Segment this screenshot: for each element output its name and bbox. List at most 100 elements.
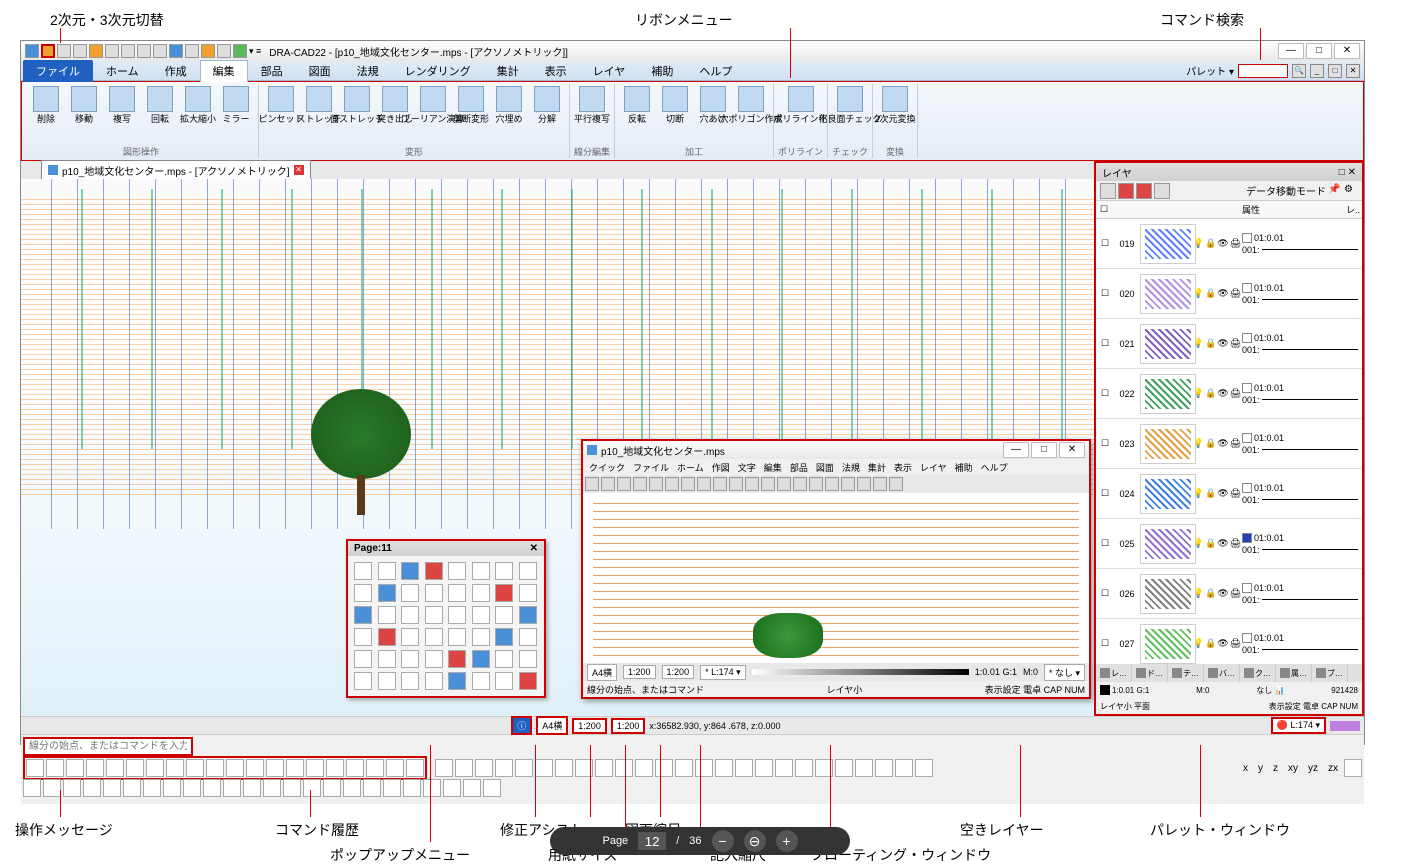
popup-tool-icon[interactable] bbox=[472, 628, 490, 646]
fw-scale1[interactable]: 1:200 bbox=[623, 665, 656, 679]
ribbon-btn-反転[interactable]: 反転 bbox=[619, 84, 655, 126]
popup-tool-icon[interactable] bbox=[378, 584, 396, 602]
status-paper[interactable]: A4横 bbox=[536, 716, 568, 735]
floating-tool[interactable] bbox=[601, 477, 615, 491]
floating-titlebar[interactable]: p10_地域文化センター.mps — □ ✕ bbox=[583, 441, 1089, 459]
layer-panel-tab[interactable]: 属… bbox=[1276, 664, 1312, 682]
ribbon-tab-assist[interactable]: 補助 bbox=[638, 60, 686, 82]
qat-new-icon[interactable] bbox=[57, 44, 71, 58]
popup-tool-icon[interactable] bbox=[519, 650, 537, 668]
toolbar-tool[interactable] bbox=[715, 759, 733, 777]
popup-tool-icon[interactable] bbox=[401, 650, 419, 668]
axis-z[interactable]: z bbox=[1269, 763, 1282, 774]
fw-layer-marker[interactable]: * L:174 ▾ bbox=[700, 665, 746, 680]
popup-tool-icon[interactable] bbox=[495, 562, 513, 580]
ribbon-tab-display[interactable]: 表示 bbox=[532, 60, 580, 82]
popup-tool-icon[interactable] bbox=[425, 650, 443, 668]
history-tool[interactable] bbox=[246, 759, 264, 777]
axis-x[interactable]: x bbox=[1239, 763, 1252, 774]
popup-tool-icon[interactable] bbox=[448, 650, 466, 668]
floating-tool[interactable] bbox=[729, 477, 743, 491]
status-info-icon[interactable]: ⓘ bbox=[511, 716, 532, 735]
floating-tool[interactable] bbox=[777, 477, 791, 491]
toolbar-tool[interactable] bbox=[495, 759, 513, 777]
toolbar-tool[interactable] bbox=[323, 779, 341, 797]
axis-y[interactable]: y bbox=[1254, 763, 1267, 774]
layer-row[interactable]: ☐ 022 💡🔒👁🖨 01:0.01 001: bbox=[1096, 369, 1362, 419]
toolbar-tool[interactable] bbox=[775, 759, 793, 777]
toolbar-tool[interactable] bbox=[463, 779, 481, 797]
history-tool[interactable] bbox=[66, 759, 84, 777]
layer-panel-tab[interactable]: ブ… bbox=[1312, 664, 1348, 682]
layer-status-icons[interactable]: 💡🔒👁🖨 bbox=[1196, 588, 1238, 599]
floating-menu-item[interactable]: 法規 bbox=[842, 461, 860, 474]
floating-tool[interactable] bbox=[617, 477, 631, 491]
layer-status-icons[interactable]: 💡🔒👁🖨 bbox=[1196, 288, 1238, 299]
status-scale1[interactable]: 1:200 bbox=[572, 718, 607, 734]
lp-tool-2[interactable] bbox=[1118, 183, 1134, 199]
floating-tool[interactable] bbox=[825, 477, 839, 491]
layer-panel-tab[interactable]: テ… bbox=[1168, 664, 1204, 682]
popup-tool-icon[interactable] bbox=[519, 606, 537, 624]
ribbon-tab-help[interactable]: ヘルプ bbox=[686, 60, 745, 82]
popup-titlebar[interactable]: Page:11 ✕ bbox=[348, 541, 544, 556]
ribbon-btn-回転[interactable]: 回転 bbox=[142, 84, 178, 126]
toolbar-tool[interactable] bbox=[555, 759, 573, 777]
ribbon-btn-穴ポリゴン作成[interactable]: 穴ポリゴン作成 bbox=[733, 84, 769, 126]
popup-tool-icon[interactable] bbox=[519, 628, 537, 646]
popup-tool-icon[interactable] bbox=[448, 672, 466, 690]
lp-tool-4[interactable] bbox=[1154, 183, 1170, 199]
toolbar-tool[interactable] bbox=[263, 779, 281, 797]
popup-tool-icon[interactable] bbox=[448, 562, 466, 580]
lp-tool-3[interactable] bbox=[1136, 183, 1152, 199]
layer-row[interactable]: ☐ 019 💡🔒👁🖨 01:0.01 001: bbox=[1096, 219, 1362, 269]
layer-status-icons[interactable]: 💡🔒👁🖨 bbox=[1196, 638, 1238, 649]
layer-checkbox[interactable]: ☐ bbox=[1096, 338, 1114, 349]
layer-checkbox[interactable]: ☐ bbox=[1096, 538, 1114, 549]
qat-undo-icon[interactable] bbox=[137, 44, 151, 58]
popup-tool-icon[interactable] bbox=[401, 606, 419, 624]
history-tool[interactable] bbox=[406, 759, 424, 777]
ribbon-tab-summary[interactable]: 集計 bbox=[484, 60, 532, 82]
layer-mode-label[interactable]: データ移動モード bbox=[1246, 183, 1326, 198]
toolbar-tool[interactable] bbox=[383, 779, 401, 797]
toolbar-tool[interactable] bbox=[303, 779, 321, 797]
dim-toggle-icon[interactable] bbox=[41, 44, 55, 58]
floating-tool[interactable] bbox=[585, 477, 599, 491]
popup-tool-icon[interactable] bbox=[401, 562, 419, 580]
document-tab[interactable]: p10_地域文化センター.mps - [アクソノメトリック] ✕ bbox=[41, 160, 311, 181]
popup-tool-icon[interactable] bbox=[425, 562, 443, 580]
history-tool[interactable] bbox=[306, 759, 324, 777]
layer-checkbox[interactable]: ☐ bbox=[1096, 438, 1114, 449]
toolbar-tool[interactable] bbox=[615, 759, 633, 777]
popup-tool-icon[interactable] bbox=[401, 584, 419, 602]
toolbar-tool[interactable] bbox=[163, 779, 181, 797]
ribbon-btn-剪断変形[interactable]: 剪断変形 bbox=[453, 84, 489, 126]
command-search-input[interactable] bbox=[1238, 64, 1288, 78]
message-input[interactable] bbox=[23, 737, 193, 756]
floating-tool[interactable] bbox=[713, 477, 727, 491]
floating-tool[interactable] bbox=[761, 477, 775, 491]
floating-menu-item[interactable]: 表示 bbox=[894, 461, 912, 474]
toolbar-tool[interactable] bbox=[363, 779, 381, 797]
ribbon-btn-分解[interactable]: 分解 bbox=[529, 84, 565, 126]
popup-tool-icon[interactable] bbox=[378, 628, 396, 646]
popup-tool-icon[interactable] bbox=[354, 606, 372, 624]
popup-tool-icon[interactable] bbox=[354, 650, 372, 668]
floating-menu-item[interactable]: 作図 bbox=[712, 461, 730, 474]
ribbon-btn-ポリライン化[interactable]: ポリライン化 bbox=[783, 84, 819, 126]
toolbar-tool[interactable] bbox=[455, 759, 473, 777]
ribbon-min-btn[interactable]: _ bbox=[1310, 64, 1324, 78]
qat-print-icon[interactable] bbox=[105, 44, 119, 58]
history-tool[interactable] bbox=[186, 759, 204, 777]
ribbon-close-btn[interactable]: ✕ bbox=[1346, 64, 1360, 78]
close-button[interactable]: ✕ bbox=[1334, 43, 1360, 59]
ribbon-btn-穴埋め[interactable]: 穴埋め bbox=[491, 84, 527, 126]
popup-tool-icon[interactable] bbox=[354, 672, 372, 690]
status-layer[interactable]: 🔴 L:174 ▾ bbox=[1271, 717, 1326, 734]
page-zoom-out[interactable]: − bbox=[712, 830, 734, 852]
floating-menu-item[interactable]: 編集 bbox=[764, 461, 782, 474]
popup-tool-icon[interactable] bbox=[472, 606, 490, 624]
ribbon-btn-平行複写[interactable]: 平行複写 bbox=[574, 84, 610, 126]
history-tool[interactable] bbox=[326, 759, 344, 777]
